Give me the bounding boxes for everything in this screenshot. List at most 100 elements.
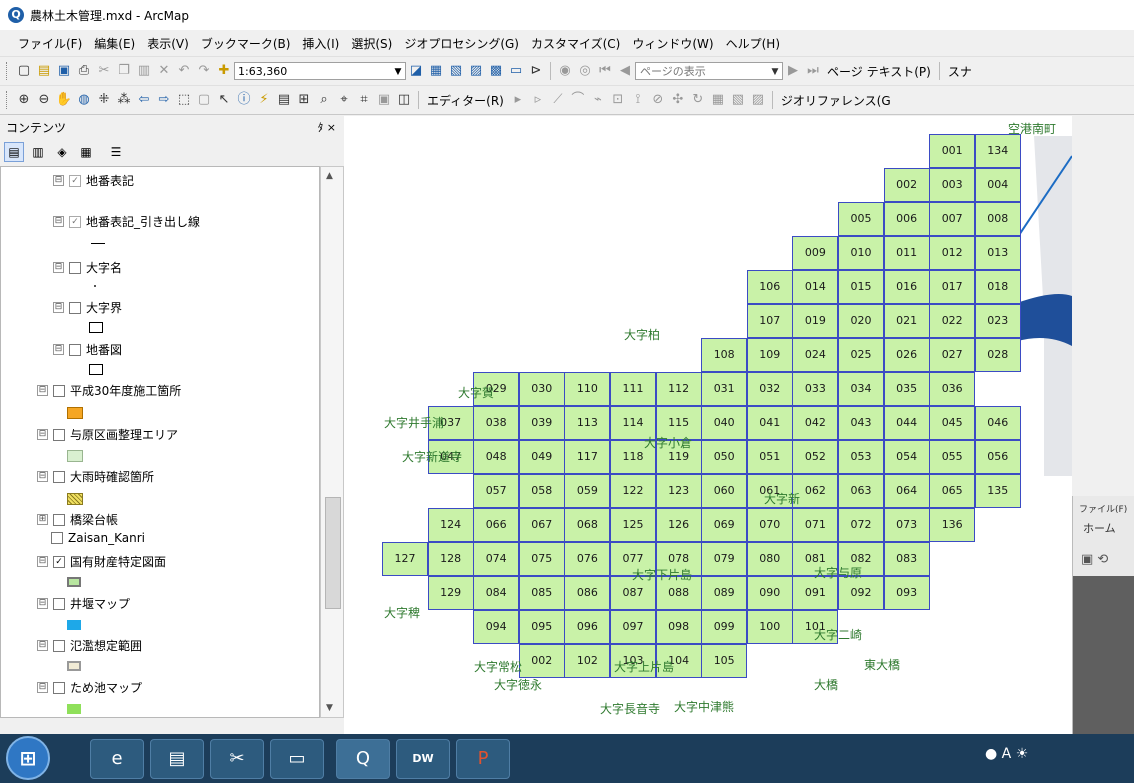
map-sheet-tile[interactable]: 049	[518, 440, 565, 474]
map-scale-combo[interactable]: 1:63,360 ▼	[234, 62, 406, 80]
map-sheet-tile[interactable]: 085	[518, 576, 565, 610]
layer-checkbox[interactable]	[69, 343, 81, 356]
map-sheet-tile[interactable]: 105	[701, 644, 748, 678]
map-sheet-tile[interactable]: 106	[746, 270, 793, 304]
first-page-icon[interactable]: ⏮	[596, 62, 614, 80]
map-sheet-tile[interactable]: 136	[929, 508, 976, 542]
map-sheet-tile[interactable]: 093	[883, 576, 930, 610]
redo-icon[interactable]: ↷	[195, 62, 213, 80]
map-sheet-tile[interactable]: 100	[746, 610, 793, 644]
snipping-tool-icon[interactable]: ✂	[210, 739, 264, 779]
collapse-icon[interactable]: ⊟	[37, 682, 48, 693]
map-sheet-tile[interactable]: 069	[701, 508, 748, 542]
map-sheet-tile[interactable]: 026	[883, 338, 930, 372]
map-sheet-tile[interactable]: 067	[518, 508, 565, 542]
background-window-home-tab[interactable]: ホーム	[1083, 520, 1116, 536]
map-sheet-tile[interactable]: 043	[838, 406, 884, 440]
map-sheet-tile[interactable]: 102	[564, 644, 611, 678]
map-sheet-tile[interactable]: 075	[518, 542, 565, 576]
save-icon[interactable]: ▣	[55, 62, 73, 80]
map-sheet-tile[interactable]: 005	[838, 202, 884, 236]
menu-insert[interactable]: 挿入(I)	[296, 35, 345, 52]
folder-icon[interactable]: ▭	[270, 739, 324, 779]
table-of-contents-icon[interactable]: ▦	[427, 62, 445, 80]
delete-icon[interactable]: ✕	[155, 62, 173, 80]
collapse-icon[interactable]: ⊟	[37, 556, 48, 567]
page-text-button[interactable]: ページ テキスト(P)	[823, 63, 935, 80]
map-sheet-tile[interactable]: 015	[838, 270, 884, 304]
collapse-icon[interactable]: ⊟	[37, 640, 48, 651]
measure-icon[interactable]: ⊞	[295, 91, 313, 109]
map-sheet-tile[interactable]: 113	[564, 406, 611, 440]
expand-icon[interactable]: ⊞	[37, 514, 48, 525]
editor-toolbar-icon[interactable]: ◪	[407, 62, 425, 80]
map-sheet-tile[interactable]: 135	[974, 474, 1021, 508]
model-builder-icon[interactable]: ⊳	[527, 62, 545, 80]
map-sheet-tile[interactable]: 112	[655, 372, 702, 406]
ie-icon[interactable]: e	[90, 739, 144, 779]
select-elements-icon[interactable]: ↖	[215, 91, 233, 109]
map-sheet-tile[interactable]: 071	[792, 508, 839, 542]
menu-window[interactable]: ウィンドウ(W)	[626, 35, 719, 52]
toc-pin-close-buttons[interactable]: ﾀ ×	[318, 119, 336, 135]
menu-file[interactable]: ファイル(F)	[12, 35, 88, 52]
zoom-in-icon[interactable]: ⊕	[15, 91, 33, 109]
arcmap-icon[interactable]: Q	[336, 739, 390, 779]
dreamweaver-icon[interactable]: DW	[396, 739, 450, 779]
time-slider-icon[interactable]: ▣	[375, 91, 393, 109]
map-sheet-tile[interactable]: 050	[701, 440, 748, 474]
previous-page-icon[interactable]: ◀	[616, 62, 634, 80]
map-sheet-tile[interactable]: 051	[746, 440, 793, 474]
collapse-icon[interactable]: ⊟	[53, 262, 64, 273]
layer-row[interactable]: ⊟ ため池マップ	[37, 679, 142, 696]
map-sheet-tile[interactable]: 011	[883, 236, 930, 270]
map-sheet-tile[interactable]: 006	[883, 202, 930, 236]
map-sheet-tile[interactable]: 096	[564, 610, 611, 644]
map-sheet-tile[interactable]: 079	[701, 542, 748, 576]
menu-edit[interactable]: 編集(E)	[88, 35, 141, 52]
scroll-down-icon[interactable]: ▼	[326, 703, 333, 713]
zoom-100-icon[interactable]: ◎	[576, 62, 594, 80]
map-sheet-tile[interactable]: 033	[792, 372, 839, 406]
layer-row[interactable]: ⊟ ✓ 国有財産特定図面	[37, 553, 166, 570]
menu-help[interactable]: ヘルプ(H)	[720, 35, 786, 52]
map-sheet-tile[interactable]: 044	[883, 406, 930, 440]
collapse-icon[interactable]: ⊟	[53, 302, 64, 313]
map-sheet-tile[interactable]: 024	[792, 338, 839, 372]
map-sheet-tile[interactable]: 122	[610, 474, 656, 508]
map-sheet-tile[interactable]: 013	[974, 236, 1021, 270]
page-display-combo[interactable]: ページの表示 ▼	[635, 62, 783, 80]
map-sheet-tile[interactable]: 025	[838, 338, 884, 372]
map-sheet-tile[interactable]: 042	[792, 406, 839, 440]
menu-bookmark[interactable]: ブックマーク(B)	[195, 35, 297, 52]
toc-scrollbar[interactable]: ▲ ▼	[320, 166, 344, 718]
collapse-icon[interactable]: ⊟	[37, 598, 48, 609]
map-sheet-tile[interactable]: 028	[974, 338, 1021, 372]
rotate-icon[interactable]: ↻	[689, 91, 707, 109]
start-button[interactable]: ⊞	[6, 736, 50, 780]
map-sheet-tile[interactable]: 035	[883, 372, 930, 406]
layer-checkbox[interactable]	[69, 301, 81, 314]
attributes-icon[interactable]: ▦	[709, 91, 727, 109]
map-sheet-tile[interactable]: 070	[746, 508, 793, 542]
select-features-icon[interactable]: ⬚	[175, 91, 193, 109]
cut-icon[interactable]: ✂	[95, 62, 113, 80]
layer-checkbox[interactable]	[53, 470, 65, 483]
map-sheet-tile[interactable]: 099	[701, 610, 748, 644]
collapse-icon[interactable]: ⊟	[53, 175, 64, 186]
menu-geoprocessing[interactable]: ジオプロセシング(G)	[398, 35, 525, 52]
map-sheet-tile[interactable]: 057	[473, 474, 520, 508]
map-sheet-tile[interactable]: 127	[382, 542, 428, 576]
search-window-icon[interactable]: ▨	[467, 62, 485, 80]
map-sheet-tile[interactable]: 091	[792, 576, 839, 610]
map-sheet-tile[interactable]: 066	[473, 508, 520, 542]
go-to-xy-icon[interactable]: ⌗	[355, 91, 373, 109]
undo-icon[interactable]: ↶	[175, 62, 193, 80]
layer-checkbox[interactable]	[53, 384, 65, 397]
scroll-up-icon[interactable]: ▲	[326, 171, 333, 181]
map-sheet-tile[interactable]: 020	[838, 304, 884, 338]
georeferencing-menu[interactable]: ジオリファレンス(G	[777, 92, 895, 109]
map-sheet-tile[interactable]: 054	[883, 440, 930, 474]
map-sheet-tile[interactable]: 058	[518, 474, 565, 508]
menu-customize[interactable]: カスタマイズ(C)	[525, 35, 626, 52]
